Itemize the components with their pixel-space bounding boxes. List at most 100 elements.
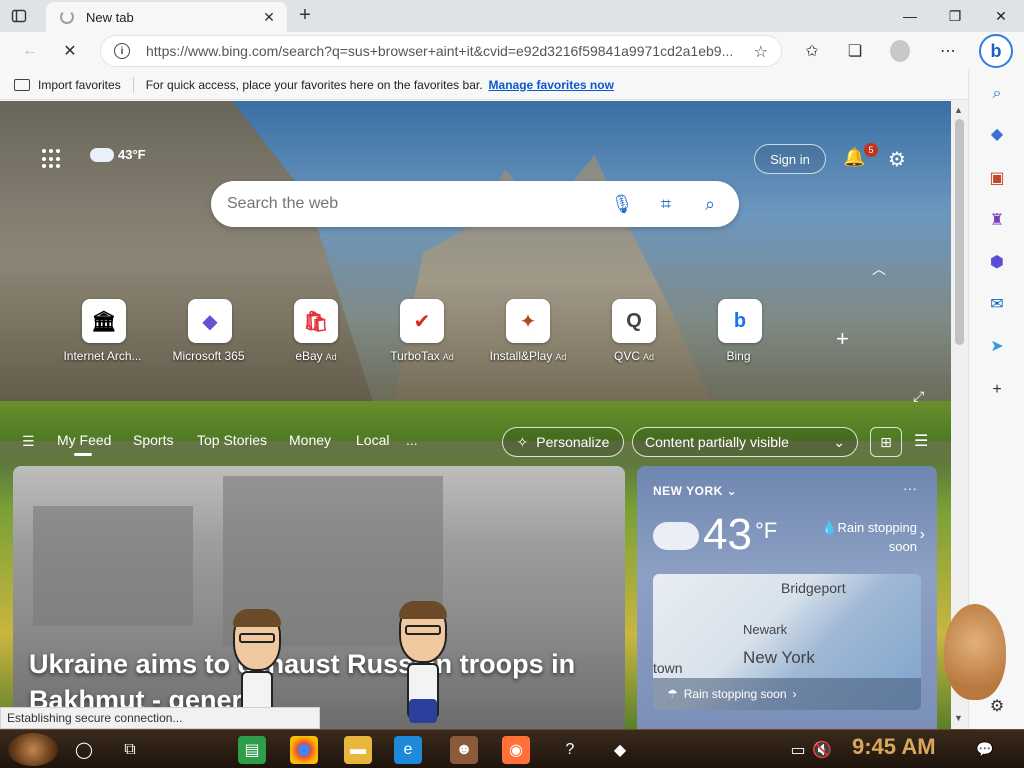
map-label: New York	[743, 648, 815, 667]
browser-tab[interactable]: New tab ✕	[46, 2, 287, 32]
close-window-button[interactable]: ✕	[991, 6, 1011, 26]
tab-local[interactable]: Local	[356, 432, 389, 448]
add-site-button[interactable]: +	[836, 326, 849, 352]
file-explorer-icon[interactable]: ▬	[344, 736, 372, 764]
favorites-hint: For quick access, place your favorites h…	[145, 77, 483, 92]
microsoft-365-icon[interactable]: ⬢	[985, 250, 1009, 274]
tab-top-stories[interactable]: Top Stories	[197, 432, 267, 448]
taskbar-clock[interactable]: 9:45 AM	[852, 734, 936, 760]
scroll-down-icon[interactable]: ▼	[954, 713, 963, 723]
url-text[interactable]: https://www.bing.com/search?q=sus+browse…	[146, 43, 746, 59]
quick-link-tile[interactable]: ✔ TurboTax Ad	[377, 299, 467, 363]
tab-actions-icon[interactable]	[10, 7, 28, 25]
hamster-mascot	[944, 604, 1006, 700]
content-visibility-dropdown[interactable]: Content partially visible ⌄	[632, 427, 858, 457]
favorites-icon[interactable]: ✩	[802, 41, 822, 61]
weather-map[interactable]: Bridgeport Newark New York town ☂ Rain s…	[653, 574, 921, 710]
add-favorite-icon[interactable]: ☆	[754, 42, 768, 62]
notification-badge: 5	[864, 143, 878, 157]
map-footer[interactable]: ☂ Rain stopping soon ›	[653, 678, 921, 710]
page-settings-gear-icon[interactable]: ⚙	[888, 147, 910, 171]
quick-link-tile[interactable]: 🏛 Internet Arch...	[59, 299, 149, 363]
manage-favorites-link[interactable]: Manage favorites now	[489, 78, 614, 92]
firefox-icon[interactable]: ◉	[502, 736, 530, 764]
site-info-icon[interactable]: i	[114, 43, 130, 59]
add-sidebar-app-icon[interactable]: +	[985, 378, 1009, 402]
search-box[interactable]: Search the web 🎙 ⌗ ⌕	[211, 181, 739, 227]
volume-muted-icon[interactable]: 🔇	[808, 736, 836, 764]
more-options-icon[interactable]: ···	[903, 480, 917, 496]
list-layout-icon[interactable]: ☰	[914, 431, 928, 451]
bing-chat-button[interactable]: b	[979, 34, 1013, 68]
quick-link-tile[interactable]: ◆ Microsoft 365	[165, 299, 255, 363]
restore-button[interactable]: ❐	[945, 6, 965, 26]
search-input[interactable]: Search the web	[227, 195, 607, 213]
cortana-icon[interactable]: ◯	[70, 736, 98, 764]
grid-layout-icon[interactable]: ⊞	[870, 427, 902, 457]
tab-title: New tab	[86, 9, 134, 25]
sidebar-settings-gear-icon[interactable]: ⚙	[985, 694, 1009, 718]
profile-avatar[interactable]	[890, 40, 910, 62]
send-icon[interactable]: ➤	[985, 334, 1009, 358]
site-icon: ◆	[188, 299, 232, 343]
roblox-icon[interactable]: ◆	[606, 736, 634, 764]
quick-link-tile[interactable]: 🛍 eBay Ad	[271, 299, 361, 363]
sign-in-button[interactable]: Sign in	[754, 144, 826, 174]
notifications-bell-icon[interactable]: 🔔	[843, 147, 865, 169]
more-tabs-button[interactable]: ...	[406, 432, 418, 448]
scrollbar-thumb[interactable]	[955, 119, 964, 345]
weather-mini[interactable]: 43°F	[90, 147, 146, 162]
edge-icon[interactable]: e	[394, 736, 422, 764]
apps-grid-icon[interactable]	[42, 149, 62, 169]
weather-card[interactable]: NEW YORK ⌄ ··· 43 °F 💧Rain stopping soon…	[637, 466, 937, 729]
tab-sports[interactable]: Sports	[133, 432, 173, 448]
quick-link-tile[interactable]: b Bing	[695, 299, 785, 363]
task-view-icon[interactable]: ⧉	[116, 736, 144, 764]
collapse-chevron-icon[interactable]: ︿	[872, 259, 886, 279]
expand-icon[interactable]: ⤢	[913, 388, 924, 405]
news-image-building	[33, 506, 193, 626]
microphone-icon[interactable]: 🎙	[607, 189, 637, 219]
chevron-right-icon: ›	[792, 687, 797, 701]
outlook-icon[interactable]: ✉	[985, 292, 1009, 316]
quick-link-tile[interactable]: ✦ Install&Play Ad	[483, 299, 573, 363]
chevron-right-icon[interactable]: ›	[920, 526, 925, 544]
games-icon[interactable]: ♜	[985, 208, 1009, 232]
personalize-icon: ✧	[516, 433, 529, 450]
back-button[interactable]: ←	[20, 41, 40, 61]
tab-my-feed[interactable]: My Feed	[57, 432, 111, 448]
sheets-icon[interactable]: ▤	[238, 736, 266, 764]
feed-menu-icon[interactable]: ☰	[22, 433, 35, 450]
help-chat-icon[interactable]: ?	[556, 736, 584, 764]
app-icon[interactable]: ☻	[450, 736, 478, 764]
close-tab-icon[interactable]: ✕	[261, 9, 277, 26]
settings-more-icon[interactable]: ⋯	[938, 41, 958, 61]
address-bar[interactable]: i https://www.bing.com/search?q=sus+brow…	[100, 35, 782, 67]
weather-mini-temp: 43°F	[118, 147, 146, 162]
visual-search-icon[interactable]: ⌗	[651, 189, 681, 219]
minimize-button[interactable]: —	[900, 6, 920, 26]
tools-briefcase-icon[interactable]: ▣	[985, 166, 1009, 190]
start-button[interactable]	[8, 733, 58, 766]
scroll-up-icon[interactable]: ▲	[954, 105, 963, 115]
new-tab-button[interactable]: +	[295, 5, 315, 26]
cloud-icon	[653, 522, 699, 550]
map-label: Bridgeport	[781, 580, 846, 596]
site-icon: ✔	[400, 299, 444, 343]
tab-money[interactable]: Money	[289, 432, 331, 448]
shopping-tag-icon[interactable]: ◆	[985, 122, 1009, 146]
collections-icon[interactable]: ❏	[845, 41, 865, 61]
news-card[interactable]: Ukraine aims to exhaust Russian troops i…	[13, 466, 625, 729]
weather-condition[interactable]: 💧Rain stopping soon	[805, 518, 917, 556]
stop-loading-button[interactable]: ✕	[60, 41, 80, 61]
import-favorites-button[interactable]: Import favorites	[38, 78, 121, 92]
favorites-bar: Import favorites For quick access, place…	[0, 70, 968, 100]
content-visibility-label: Content partially visible	[645, 434, 789, 450]
quick-link-tile[interactable]: Q QVC Ad	[589, 299, 679, 363]
action-center-icon[interactable]: 💬	[972, 736, 998, 762]
chrome-icon[interactable]	[290, 736, 318, 764]
personalize-button[interactable]: ✧ Personalize	[502, 427, 624, 457]
search-icon[interactable]: ⌕	[695, 189, 725, 219]
search-icon[interactable]: ⌕	[985, 82, 1009, 106]
weather-location[interactable]: NEW YORK ⌄	[653, 484, 737, 498]
